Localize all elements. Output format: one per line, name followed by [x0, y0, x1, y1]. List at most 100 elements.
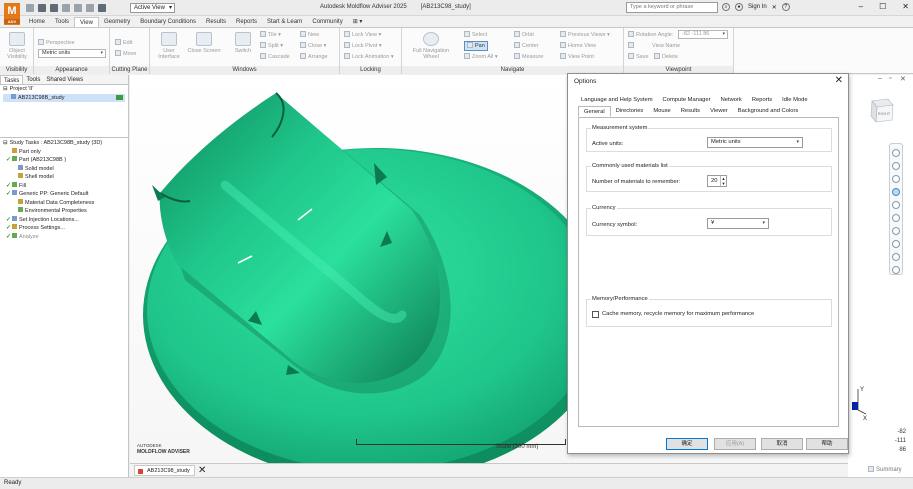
- close-icon[interactable]: ✕: [902, 2, 909, 11]
- rotation-angle-dropdown[interactable]: -82 -111 86: [678, 30, 728, 39]
- user-icon[interactable]: ●: [735, 3, 743, 11]
- task-item[interactable]: ✓ Generic PP: Generic Default: [3, 190, 125, 199]
- new-window-button[interactable]: New: [300, 31, 319, 39]
- help-button[interactable]: 帮助: [806, 438, 848, 450]
- edit-button[interactable]: Edit: [115, 39, 132, 47]
- measure-button[interactable]: Measure: [514, 53, 543, 61]
- tab-mouse[interactable]: Mouse: [648, 106, 675, 117]
- task-item[interactable]: Material Data Completeness: [3, 198, 125, 208]
- tab-directories[interactable]: Directories: [611, 106, 649, 117]
- nav-orbit-icon[interactable]: [892, 175, 900, 183]
- nav-zoom-all-icon[interactable]: [892, 227, 900, 235]
- close-window-button[interactable]: Close ▾: [300, 42, 326, 50]
- nav-zoom-icon[interactable]: [892, 201, 900, 209]
- save-icon[interactable]: [50, 4, 58, 12]
- maximize-icon[interactable]: ☐: [879, 2, 886, 11]
- pan-button[interactable]: Pan: [464, 41, 488, 51]
- help-icon[interactable]: ?: [781, 3, 790, 11]
- tab-start-learn[interactable]: Start & Learn: [262, 17, 307, 27]
- object-visibility-button[interactable]: Object Visibility: [2, 32, 32, 60]
- open-icon[interactable]: [38, 4, 46, 12]
- task-item[interactable]: Environmental Properties: [3, 207, 125, 216]
- tab-network[interactable]: Network: [716, 95, 747, 106]
- sign-in-link[interactable]: Sign In: [748, 4, 767, 10]
- spinner-arrows-icon[interactable]: ▲ ▼: [720, 176, 726, 186]
- task-item[interactable]: Solid model: [3, 164, 125, 174]
- tab-compute-manager[interactable]: Compute Manager: [658, 95, 716, 106]
- tab-idle-mode[interactable]: Idle Mode: [777, 95, 812, 106]
- tab-overflow[interactable]: ⊞ ▾: [348, 17, 368, 27]
- settings-icon[interactable]: [98, 4, 106, 12]
- viewport-restore-icon[interactable]: ▫: [889, 75, 891, 82]
- previous-views-button[interactable]: Previous Views ▾: [560, 31, 610, 39]
- task-item[interactable]: ✓ Analyze: [3, 232, 125, 242]
- project-study-item[interactable]: AB213C98B_study: [3, 93, 125, 102]
- split-button[interactable]: Split ▾: [260, 42, 283, 50]
- task-item[interactable]: ✓ Set Injection Locations...: [3, 215, 125, 225]
- move-button[interactable]: Move: [115, 50, 136, 58]
- tab-reports[interactable]: Reports: [231, 17, 262, 27]
- tab-boundary-conditions[interactable]: Boundary Conditions: [135, 17, 201, 27]
- task-item[interactable]: ✓ Process Settings...: [3, 224, 125, 233]
- redo-icon[interactable]: [74, 4, 82, 12]
- active-view-dropdown[interactable]: Active View: [130, 3, 175, 13]
- lock-animation-button[interactable]: Lock Animation ▾: [344, 53, 394, 61]
- tab-view[interactable]: View: [74, 17, 99, 27]
- task-item[interactable]: Part only: [3, 147, 125, 157]
- perspective-button[interactable]: Perspective: [38, 39, 75, 47]
- close-document-icon[interactable]: ✕: [198, 464, 206, 477]
- document-tab[interactable]: AB213C98_study: [134, 465, 195, 476]
- delete-view-button[interactable]: Delete: [654, 53, 678, 61]
- tab-home[interactable]: Home: [24, 17, 50, 27]
- lock-pivot-button[interactable]: Lock Pivot ▾: [344, 42, 382, 50]
- tab-left-tools[interactable]: Tools: [23, 75, 43, 84]
- nav-center-icon[interactable]: [892, 240, 900, 248]
- tab-dialog-reports[interactable]: Reports: [747, 95, 777, 106]
- tab-language-help[interactable]: Language and Help System: [576, 95, 658, 106]
- units-dropdown[interactable]: Metric units: [38, 49, 106, 58]
- tab-general[interactable]: General: [578, 106, 611, 117]
- user-interface-button[interactable]: User Interface: [154, 32, 184, 60]
- nav-more-icon[interactable]: [892, 266, 900, 274]
- dialog-close-icon[interactable]: ✕: [835, 75, 843, 86]
- undo-icon[interactable]: [62, 4, 70, 12]
- close-screen-button[interactable]: Close Screen: [186, 32, 222, 54]
- viewport-close-icon[interactable]: ✕: [900, 75, 906, 83]
- tile-button[interactable]: Tile ▾: [260, 31, 281, 39]
- materials-count-spinner[interactable]: 20 ▲ ▼: [707, 175, 727, 187]
- view-name-field[interactable]: View Name: [628, 42, 680, 50]
- nav-zoom-window-icon[interactable]: [892, 214, 900, 222]
- switch-button[interactable]: Switch: [230, 32, 256, 54]
- project-node[interactable]: ⊟ Project 'II': [3, 86, 125, 94]
- minimize-icon[interactable]: –: [859, 2, 863, 11]
- cache-memory-checkbox[interactable]: [592, 311, 599, 318]
- summary-link[interactable]: Summary: [868, 466, 902, 473]
- lock-view-button[interactable]: Lock View ▾: [344, 31, 381, 39]
- search-input[interactable]: Type a keyword or phrase: [626, 2, 718, 13]
- tab-viewer[interactable]: Viewer: [705, 106, 733, 117]
- apply-button[interactable]: 应用(A): [714, 438, 756, 450]
- cascade-button[interactable]: Cascade: [260, 53, 290, 61]
- active-units-dropdown[interactable]: Metric units: [707, 137, 803, 148]
- orbit-button[interactable]: Orbit: [514, 31, 534, 39]
- task-item[interactable]: ✓ Fill: [3, 181, 125, 191]
- nav-look-icon[interactable]: [892, 253, 900, 261]
- tab-community[interactable]: Community: [307, 17, 347, 27]
- cancel-button[interactable]: 取消: [761, 438, 803, 450]
- viewport-minimize-icon[interactable]: –: [878, 75, 882, 82]
- currency-symbol-dropdown[interactable]: ¥: [707, 218, 769, 229]
- nav-wheel-icon[interactable]: [892, 149, 900, 157]
- view-point-button[interactable]: View Point: [560, 53, 594, 61]
- viewcube[interactable]: RIGHT: [866, 95, 896, 123]
- full-navigation-wheel-button[interactable]: Full Navigation Wheel: [406, 32, 456, 60]
- print-icon[interactable]: [86, 4, 94, 12]
- tab-geometry[interactable]: Geometry: [99, 17, 135, 27]
- zoom-all-button[interactable]: Zoom All ▾: [464, 53, 498, 61]
- tab-shared-views[interactable]: Shared Views: [43, 75, 86, 84]
- arrange-button[interactable]: Arrange: [300, 53, 328, 61]
- center-button[interactable]: Center: [514, 42, 539, 50]
- nav-select-icon[interactable]: [892, 162, 900, 170]
- select-button[interactable]: Select: [464, 31, 487, 39]
- save-view-button[interactable]: Save: [628, 53, 649, 61]
- exchange-icon[interactable]: ✕: [772, 4, 777, 11]
